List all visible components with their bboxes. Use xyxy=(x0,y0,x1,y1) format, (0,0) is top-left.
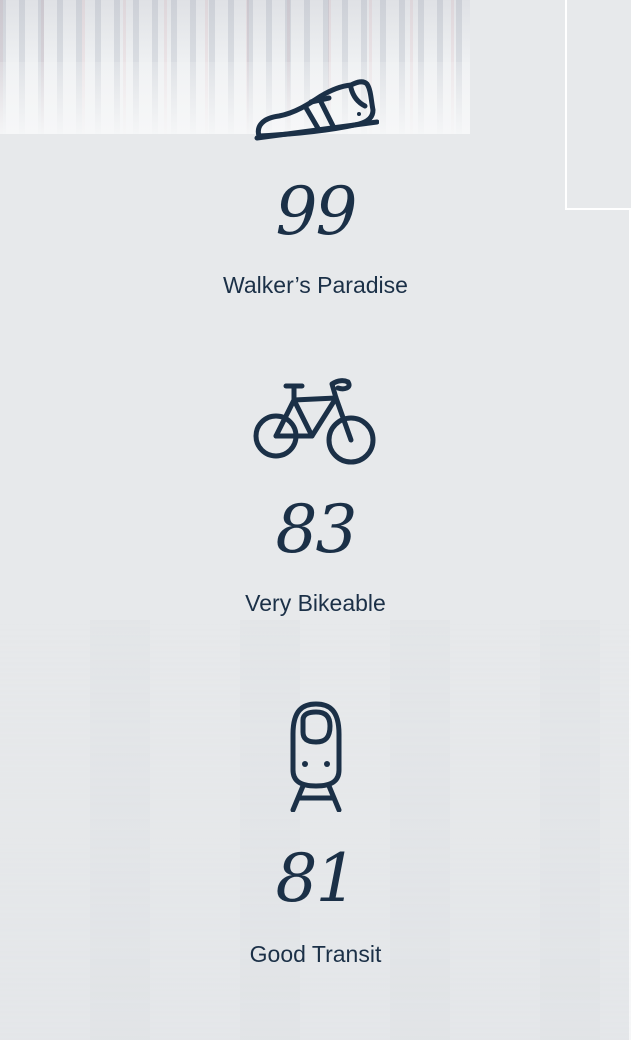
bike-score-label: Very Bikeable xyxy=(245,590,386,616)
shoe-icon xyxy=(254,79,379,141)
bicycle-icon xyxy=(253,378,375,465)
transit-score-value: 81 xyxy=(275,840,358,917)
walk-score-value: 99 xyxy=(275,173,358,250)
walk-score-label: Walker’s Paradise xyxy=(223,272,408,298)
bike-score-value: 83 xyxy=(275,491,358,568)
transit-score-label: Good Transit xyxy=(249,941,382,967)
walk-score: 99 Walker’s Paradise xyxy=(0,76,631,299)
bike-score: 83 Very Bikeable xyxy=(0,378,631,617)
train-icon xyxy=(290,701,341,812)
transit-score: 81 Good Transit xyxy=(0,700,631,968)
